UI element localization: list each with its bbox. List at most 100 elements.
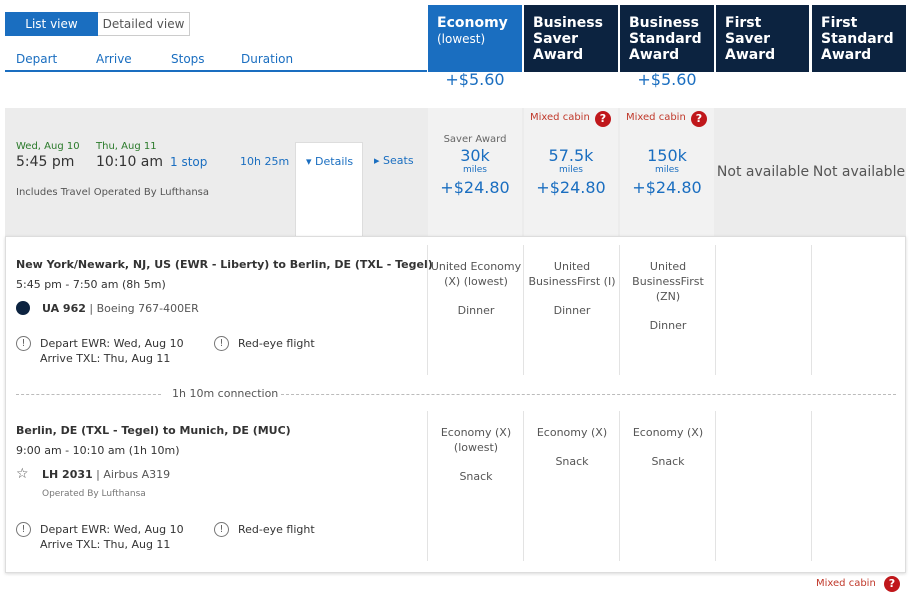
column-first-standard[interactable]: First Standard Award (812, 5, 906, 72)
star-alliance-icon: ☆ (16, 466, 29, 482)
segment-route: New York/Newark, NJ, US (EWR - Liberty) … (16, 258, 433, 271)
prev-row-price: +$5.60 (637, 70, 697, 89)
sort-duration[interactable]: Duration (241, 52, 293, 66)
fare-tax: +$24.80 (536, 178, 606, 197)
fare-tax: +$24.80 (632, 178, 702, 197)
segment-times: 5:45 pm - 7:50 am (8h 5m) (16, 278, 166, 291)
mixed-cabin-footnote: Mixed cabin (816, 578, 876, 589)
cabin-cell: Economy (X) Snack (621, 425, 715, 469)
stops-link[interactable]: 1 stop (170, 155, 207, 169)
details-tab[interactable]: ▾ Details (295, 142, 363, 236)
depart-info: Depart EWR: Wed, Aug 10 (40, 523, 184, 536)
seats-link[interactable]: ▸ Seats (374, 154, 414, 167)
info-icon: ! (214, 336, 229, 351)
info-icon: ! (16, 522, 31, 537)
fare-business-standard[interactable]: Mixed cabin ? 150k miles +$24.80 (620, 108, 714, 236)
cabin-cell: United Economy (X) (lowest) Dinner (429, 259, 523, 318)
meal: Snack (651, 455, 685, 468)
cabin-name: Economy (X) (lowest) (440, 426, 512, 454)
cabin-cell: Economy (X) (lowest) Snack (429, 425, 523, 484)
flight-details-panel: New York/Newark, NJ, US (EWR - Liberty) … (5, 236, 906, 573)
not-available: Not available (812, 164, 906, 180)
arrive-info: Arrive TXL: Thu, Aug 11 (40, 538, 171, 551)
fare-economy[interactable]: Saver Award 30k miles +$24.80 (428, 108, 522, 236)
seats-label: Seats (383, 154, 414, 167)
mixed-cabin-label: Mixed cabin (530, 112, 590, 123)
cabin-name: United Economy (X) (lowest) (430, 260, 522, 288)
details-label: Details (315, 155, 354, 168)
segment-route: Berlin, DE (TXL - Tegel) to Munich, DE (… (16, 424, 291, 437)
flight-summary-row: Wed, Aug 10 5:45 pm Thu, Aug 11 10:10 am… (5, 108, 906, 236)
caret-down-icon: ▾ (306, 155, 312, 168)
redeye-note: Red-eye flight (238, 337, 315, 350)
meal: Dinner (457, 304, 495, 317)
flight-info: UA 962 | Boeing 767-400ER (42, 302, 199, 315)
segment-times: 9:00 am - 10:10 am (1h 10m) (16, 444, 180, 457)
fare-first-standard: Not available (812, 108, 906, 236)
fare-miles: 30k (460, 146, 490, 165)
depart-info: Depart EWR: Wed, Aug 10 (40, 337, 184, 350)
not-available: Not available (716, 164, 810, 180)
sort-bar: Depart Arrive Stops Duration (5, 52, 427, 72)
column-title: Business Saver Award (533, 15, 603, 63)
meal: Dinner (553, 304, 591, 317)
view-toggle: List view Detailed view (5, 12, 190, 36)
fare-label: Saver Award (443, 134, 507, 145)
redeye-note: Red-eye flight (238, 523, 315, 536)
column-business-standard[interactable]: Business Standard Award (620, 5, 714, 72)
column-title: Business Standard Award (629, 15, 702, 63)
detailed-view-button[interactable]: Detailed view (98, 12, 190, 36)
arrive-info: Arrive TXL: Thu, Aug 11 (40, 352, 171, 365)
united-logo-icon (16, 301, 30, 315)
help-icon[interactable]: ? (691, 111, 707, 127)
aircraft: | Boeing 767-400ER (89, 302, 199, 315)
fare-unit: miles (655, 165, 679, 175)
cabin-name: Economy (X) (632, 426, 704, 439)
info-icon: ! (16, 336, 31, 351)
fare-unit: miles (559, 165, 583, 175)
depart-time: 5:45 pm (16, 154, 75, 170)
fare-unit: miles (463, 165, 487, 175)
fare-miles: 57.5k (548, 146, 594, 165)
flight-info: LH 2031 | Airbus A319 (42, 468, 170, 481)
info-icon: ! (214, 522, 229, 537)
operated-by: Operated By Lufthansa (42, 489, 146, 499)
divider (281, 394, 896, 395)
sort-stops[interactable]: Stops (171, 52, 205, 66)
cabin-name: United BusinessFirst (ZN) (632, 260, 704, 303)
column-economy[interactable]: Economy (lowest) (428, 5, 522, 72)
help-icon[interactable]: ? (595, 111, 611, 127)
cabin-cell: United BusinessFirst (ZN) Dinner (621, 259, 715, 333)
aircraft: | Airbus A319 (96, 468, 171, 481)
column-subtitle: (lowest) (437, 32, 486, 46)
list-view-button[interactable]: List view (5, 12, 98, 36)
fare-miles: 150k (647, 146, 687, 165)
divider (16, 394, 161, 395)
flight-number: LH 2031 (42, 468, 93, 481)
help-icon[interactable]: ? (884, 576, 900, 592)
flight-number: UA 962 (42, 302, 86, 315)
meal: Snack (555, 455, 589, 468)
column-title: First Saver Award (725, 15, 776, 63)
connection-time: 1h 10m connection (172, 387, 279, 400)
fare-first-saver: Not available (716, 108, 810, 236)
duration: 10h 25m (240, 155, 290, 168)
column-first-saver[interactable]: First Saver Award (716, 5, 809, 72)
cabin-cell: Economy (X) Snack (525, 425, 619, 469)
operated-by: Includes Travel Operated By Lufthansa (16, 187, 210, 198)
caret-right-icon: ▸ (374, 154, 380, 167)
cabin-name: United BusinessFirst (I) (528, 260, 616, 288)
prev-row-price: +$5.60 (445, 70, 505, 89)
column-business-saver[interactable]: Business Saver Award (524, 5, 618, 72)
meal: Snack (459, 470, 493, 483)
meal: Dinner (649, 319, 687, 332)
cabin-cell: United BusinessFirst (I) Dinner (525, 259, 619, 318)
mixed-cabin-label: Mixed cabin (626, 112, 686, 123)
sort-arrive[interactable]: Arrive (96, 52, 132, 66)
arrive-time: 10:10 am (96, 154, 164, 170)
sort-depart[interactable]: Depart (16, 52, 57, 66)
cabin-name: Economy (X) (536, 426, 608, 439)
fare-business-saver[interactable]: Mixed cabin ? 57.5k miles +$24.80 (524, 108, 618, 236)
details-toggle[interactable]: ▾ Details (306, 155, 353, 168)
fare-tax: +$24.80 (440, 178, 510, 197)
